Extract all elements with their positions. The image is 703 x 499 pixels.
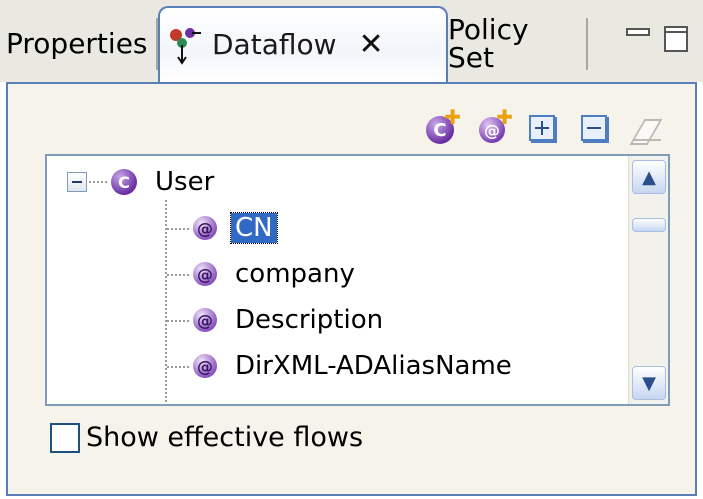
tab-dataflow-label: Dataflow	[212, 28, 337, 61]
collapse-node-icon[interactable]	[67, 172, 87, 192]
add-plus-icon: ✚	[496, 105, 513, 129]
tree-item[interactable]: @ Description	[193, 298, 387, 342]
attribute-icon: @	[193, 216, 217, 240]
dataflow-icon	[170, 28, 201, 65]
tree-connector	[167, 274, 189, 276]
collapse-all-icon	[581, 115, 607, 141]
tree-item[interactable]: @ DirXML-ADAliasName	[193, 344, 516, 388]
attribute-icon	[193, 404, 217, 406]
add-class-button[interactable]: C ✚	[421, 107, 461, 149]
tree-node-user[interactable]: C User	[111, 160, 218, 204]
tree-item-label: company	[235, 259, 355, 289]
tab-properties[interactable]: Properties	[6, 18, 158, 70]
show-effective-flows-checkbox[interactable]	[50, 422, 80, 453]
clear-button[interactable]	[629, 111, 667, 149]
tree-connector	[167, 366, 189, 368]
tree-item-label: Description	[235, 305, 384, 335]
add-plus-icon: ✚	[444, 105, 461, 129]
show-effective-flows-label: Show effective flows	[86, 422, 364, 453]
tree-node-label: User	[155, 167, 215, 197]
collapse-all-button[interactable]	[577, 111, 615, 149]
tab-policy-set-label: Policy Set	[448, 13, 529, 74]
dataflow-panel: C ✚ @ ✚ C User @ CN @ company @ Descript…	[6, 82, 697, 496]
tree-item[interactable]: @ CN	[193, 206, 278, 250]
scroll-down-button[interactable]: ▼	[632, 366, 666, 400]
tree-item-partial	[193, 394, 217, 406]
attribute-icon: @	[193, 262, 217, 286]
tree-item-label: DirXML-ADAliasName	[235, 351, 512, 381]
maximize-icon[interactable]	[664, 26, 688, 52]
tree-item[interactable]: @ company	[193, 252, 359, 296]
expand-all-button[interactable]	[525, 111, 563, 149]
tab-policy-set[interactable]: Policy Set	[448, 13, 588, 74]
tree-connector	[89, 181, 107, 183]
scroll-thumb[interactable]	[632, 218, 666, 232]
dataflow-view: Properties Dataflow ✕ Policy Set C ✚ @ ✚…	[0, 0, 703, 499]
tab-dataflow[interactable]: Dataflow ✕	[158, 6, 448, 82]
eraser-icon	[631, 117, 665, 143]
vertical-scrollbar[interactable]: ▲ ▼	[628, 156, 668, 404]
show-effective-flows-option: Show effective flows	[50, 422, 363, 453]
view-tab-strip: Properties Dataflow ✕ Policy Set	[0, 0, 703, 82]
scroll-up-button[interactable]: ▲	[632, 160, 666, 194]
tree-content: C User @ CN @ company @ Description @ Di…	[47, 156, 632, 406]
tab-properties-label: Properties	[6, 27, 148, 60]
close-tab-icon[interactable]: ✕	[359, 30, 384, 60]
attribute-icon: @	[193, 308, 217, 332]
tree-item-label: CN	[230, 212, 278, 244]
class-icon: C	[111, 169, 137, 195]
tree-connector	[167, 228, 189, 230]
tree-guide-line	[165, 200, 167, 404]
add-attribute-button[interactable]: @ ✚	[473, 107, 513, 149]
attribute-icon: @	[193, 354, 217, 378]
minimize-icon[interactable]	[626, 28, 650, 36]
view-toolbar: C ✚ @ ✚	[421, 107, 667, 152]
tree-connector	[167, 320, 189, 322]
expand-all-icon	[529, 115, 555, 141]
dataflow-tree[interactable]: C User @ CN @ company @ Description @ Di…	[45, 154, 670, 406]
